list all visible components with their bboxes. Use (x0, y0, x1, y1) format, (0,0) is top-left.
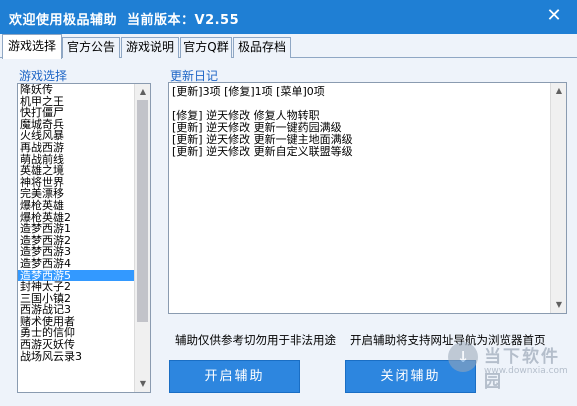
scroll-thumb[interactable] (137, 100, 148, 322)
game-list-item[interactable]: 造梦西游4 (18, 258, 135, 270)
title-bar: 欢迎使用极品辅助 当前版本：V2.55 ✕ (0, 0, 577, 34)
scroll-down-icon[interactable]: ▼ (551, 297, 566, 313)
game-list[interactable]: 降妖传 机甲之王 快打僵尸 魔城奇兵 火线风暴 再战西游 萌战前线 英雄之境 神将世界 完美漂移爆… (17, 83, 151, 393)
game-list-item[interactable]: 降妖传 (18, 84, 135, 96)
game-list-item[interactable]: 西游灭妖传 (18, 339, 135, 351)
window-title: 欢迎使用极品辅助 当前版本：V2.55 (9, 9, 239, 28)
update-log-line: [更新] 逆天修改 更新自定义联盟等级 (172, 145, 353, 158)
close-icon: ✕ (546, 5, 562, 26)
scroll-down-icon[interactable]: ▼ (135, 376, 150, 392)
tab-game-select[interactable]: 游戏选择 (2, 34, 62, 59)
game-select-label: 游戏选择 (19, 69, 68, 83)
tab-official-qq-group[interactable]: 官方Q群 (180, 37, 232, 58)
stop-assist-button[interactable]: 关闭辅助 (345, 360, 476, 393)
game-list-item[interactable]: 再战西游 (18, 142, 135, 154)
scroll-up-icon[interactable]: ▲ (551, 83, 566, 99)
tab-game-guide[interactable]: 游戏说明 (121, 37, 179, 58)
disclaimer-notice: 辅助仅供参考切勿用于非法用途 (175, 333, 336, 347)
game-list-item[interactable]: 爆枪英雄 (18, 200, 135, 212)
game-list-scrollbar[interactable]: ▲ ▼ (134, 84, 150, 392)
app-title: 欢迎使用极品辅助 (9, 13, 118, 28)
update-log-text: [更新]3项 [修复]1项 [菜单]0项 [修复] 逆天修改 修复人物转职 [更新]… (172, 86, 353, 158)
game-list-items: 降妖传 机甲之王 快打僵尸 魔城奇兵 火线风暴 再战西游 萌战前线 英雄之境 神将世界 完美漂移爆… (18, 84, 135, 362)
tab-official-notice[interactable]: 官方公告 (62, 37, 120, 58)
start-assist-button[interactable]: 开启辅助 (169, 360, 300, 393)
game-list-item[interactable]: 战场风云录3 (18, 351, 135, 363)
update-log-box[interactable]: [更新]3项 [修复]1项 [菜单]0项 [修复] 逆天修改 修复人物转职 [更新]… (168, 82, 567, 314)
game-list-item[interactable]: 封神太子2 (18, 281, 135, 293)
tab-save-files[interactable]: 极品存档 (233, 37, 291, 58)
homepage-notice: 开启辅助将支持网址导航为浏览器首页 (350, 333, 546, 347)
update-log-line: [更新]3项 [修复]1项 [菜单]0项 (172, 85, 325, 98)
close-button[interactable]: ✕ (545, 7, 563, 25)
tab-bar: 游戏选择 官方公告 游戏说明 官方Q群 极品存档 (0, 34, 577, 59)
update-log-scrollbar[interactable]: ▲ ▼ (550, 83, 566, 313)
game-list-item[interactable]: 造梦西游1 (18, 223, 135, 235)
version-label: 当前版本：V2.55 (127, 13, 240, 28)
game-list-item[interactable]: 英雄之境 (18, 165, 135, 177)
scroll-up-icon[interactable]: ▲ (135, 84, 150, 100)
